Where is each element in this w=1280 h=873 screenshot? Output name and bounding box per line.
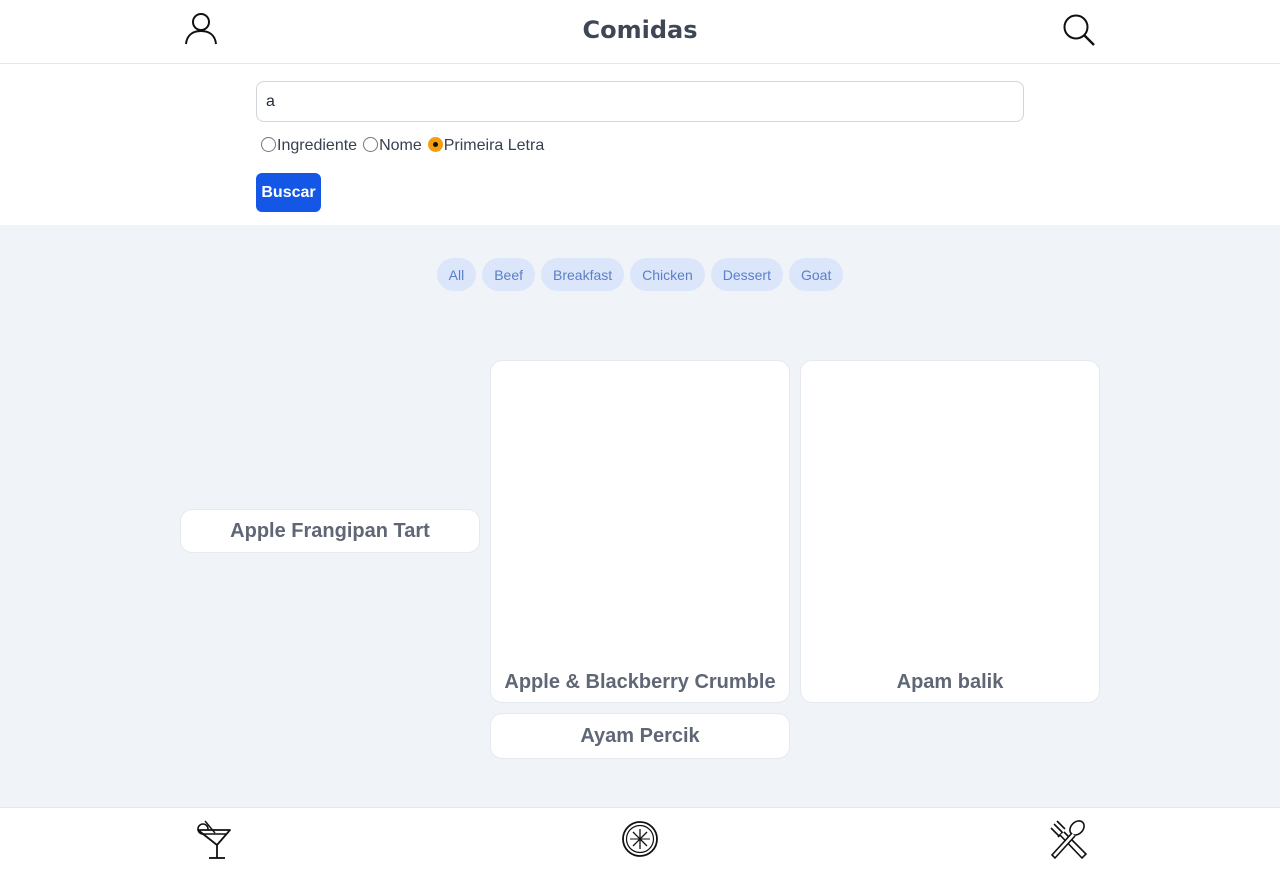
recipe-name: Apam balik — [896, 671, 1004, 693]
radio-first-letter-button[interactable] — [427, 136, 443, 152]
foods-nav-button[interactable] — [1046, 818, 1088, 860]
header: Comidas — [0, 0, 1280, 64]
recipe-card[interactable]: Apple Frangipan Tart — [180, 509, 480, 553]
search-button[interactable]: Buscar — [256, 173, 321, 212]
recipe-name: Apple Frangipan Tart — [230, 520, 430, 542]
category-filters: All Beef Breakfast Chicken Dessert Goat — [0, 258, 1280, 291]
search-toggle-button[interactable] — [1060, 11, 1098, 49]
radio-name[interactable]: Nome — [363, 136, 422, 155]
recipe-card[interactable]: Apam balik — [800, 360, 1100, 703]
radio-first-letter[interactable]: Primeira Letra — [427, 136, 545, 155]
search-input[interactable] — [256, 81, 1024, 122]
filter-breakfast[interactable]: Breakfast — [541, 258, 625, 291]
recipe-card[interactable]: Apple & Blackberry Crumble — [490, 360, 790, 703]
filter-all[interactable]: All — [436, 258, 477, 291]
drink-icon — [197, 820, 231, 859]
recipe-name: Ayam Percik — [580, 725, 700, 747]
radio-name-button[interactable] — [363, 136, 379, 152]
recipe-card[interactable]: Ayam Percik — [490, 713, 790, 759]
radio-ingredient[interactable]: Ingrediente — [261, 136, 358, 155]
drinks-nav-button[interactable] — [193, 818, 235, 860]
filter-goat[interactable]: Goat — [788, 258, 844, 291]
search-panel: Ingrediente Nome Primeira Letra Buscar — [0, 64, 1280, 225]
meal-icon — [1050, 820, 1088, 860]
radio-name-label: Nome — [379, 137, 422, 154]
radio-first-letter-label: Primeira Letra — [443, 137, 545, 154]
radio-ingredient-button[interactable] — [261, 136, 276, 152]
filter-chicken[interactable]: Chicken — [630, 258, 705, 291]
footer-nav — [0, 807, 1280, 873]
filter-beef[interactable]: Beef — [482, 258, 536, 291]
explore-nav-button[interactable] — [619, 818, 661, 860]
search-icon — [1063, 14, 1095, 46]
filter-dessert[interactable]: Dessert — [710, 258, 783, 291]
recipe-name: Apple & Blackberry Crumble — [504, 671, 776, 693]
explore-icon — [622, 821, 658, 857]
search-type-radios: Ingrediente Nome Primeira Letra — [261, 136, 550, 156]
radio-ingredient-label: Ingrediente — [277, 137, 358, 154]
recipes-content: All Beef Breakfast Chicken Dessert Goat … — [0, 225, 1280, 807]
